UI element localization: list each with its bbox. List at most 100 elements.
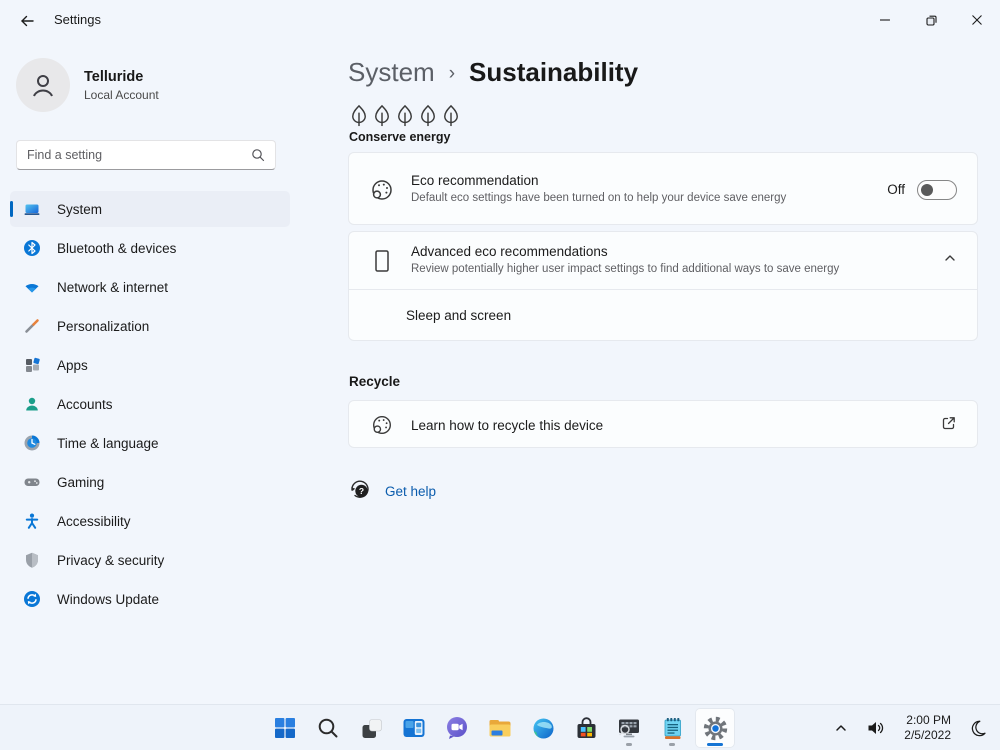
- start-button[interactable]: [265, 708, 305, 748]
- person-icon: [23, 395, 41, 413]
- search-icon: [251, 148, 265, 162]
- sidebar-item-label: Gaming: [57, 474, 105, 490]
- search-icon: [318, 718, 338, 738]
- selected-accent: [10, 201, 13, 217]
- taskbar-apps: [265, 705, 735, 751]
- sidebar-item-label: Personalization: [57, 318, 150, 334]
- external-link-icon: [941, 415, 957, 436]
- leaf-icon: [421, 104, 435, 127]
- device-outline-icon: [369, 248, 395, 274]
- sidebar-item-label: Privacy & security: [57, 552, 165, 568]
- apps-grid-icon: [23, 356, 41, 374]
- conserve-energy-rating: [349, 104, 461, 127]
- window-controls: [862, 0, 1000, 40]
- sidebar-item-label: Apps: [57, 357, 88, 373]
- sleep-and-screen-row[interactable]: Sleep and screen: [349, 290, 977, 341]
- sidebar-item-system[interactable]: System: [10, 191, 290, 227]
- chat-button[interactable]: [437, 708, 477, 748]
- gamepad-icon: [23, 473, 41, 491]
- sleep-and-screen-label: Sleep and screen: [406, 308, 512, 323]
- close-button[interactable]: [954, 0, 1000, 40]
- sidebar-item-accessibility[interactable]: Accessibility: [10, 503, 290, 539]
- microsoft-store-button[interactable]: [566, 708, 606, 748]
- hidden-icons-button[interactable]: [827, 709, 855, 747]
- microsoft-store-icon: [577, 716, 595, 738]
- get-help-link[interactable]: Get help: [385, 484, 436, 499]
- minimize-icon: [880, 19, 890, 21]
- restore-button[interactable]: [908, 0, 954, 40]
- widgets-icon: [403, 719, 425, 737]
- sidebar-nav: System Bluetooth & devices Network & int…: [0, 191, 300, 620]
- chevron-up-icon[interactable]: [943, 251, 957, 270]
- taskbar: 2:00 PM 2/5/2022: [0, 704, 1000, 750]
- sidebar-item-network[interactable]: Network & internet: [10, 269, 290, 305]
- sidebar: Telluride Local Account Find a setting S…: [0, 40, 300, 704]
- advanced-eco-subtitle: Review potentially higher user impact se…: [411, 262, 840, 275]
- sidebar-item-windows-update[interactable]: Windows Update: [10, 581, 290, 617]
- avatar: [16, 58, 70, 112]
- task-view-button[interactable]: [351, 708, 391, 748]
- recycle-link-label: Learn how to recycle this device: [411, 417, 604, 433]
- search-input[interactable]: [17, 148, 251, 162]
- accessibility-icon: [23, 512, 41, 530]
- sidebar-item-apps[interactable]: Apps: [10, 347, 290, 383]
- taskbar-search-button[interactable]: [308, 708, 348, 748]
- update-icon: [23, 590, 41, 608]
- breadcrumb-separator: ›: [448, 63, 456, 84]
- laptop-icon: [23, 200, 41, 218]
- notepad-app-button[interactable]: [652, 708, 692, 748]
- eco-leaf-icon: [369, 177, 395, 203]
- sidebar-item-time-language[interactable]: Time & language: [10, 425, 290, 461]
- toggle-knob: [921, 183, 933, 196]
- volume-button[interactable]: [859, 709, 893, 747]
- advanced-eco-card: Advanced eco recommendations Review pote…: [348, 231, 978, 341]
- get-help-row[interactable]: ? Get help: [349, 478, 436, 505]
- recycle-section-header: Recycle: [349, 374, 401, 389]
- system-tray: 2:00 PM 2/5/2022: [827, 705, 994, 751]
- sidebar-item-bluetooth[interactable]: Bluetooth & devices: [10, 230, 290, 266]
- user-card[interactable]: Telluride Local Account: [16, 58, 159, 112]
- person-outline-icon: [33, 75, 53, 97]
- recycle-card[interactable]: Learn how to recycle this device: [348, 400, 978, 448]
- settings-window: Settings Telluride Local Account Find a …: [0, 0, 1000, 750]
- sidebar-item-gaming[interactable]: Gaming: [10, 464, 290, 500]
- sidebar-item-personalization[interactable]: Personalization: [10, 308, 290, 344]
- eco-recommendation-subtitle: Default eco settings have been turned on…: [411, 191, 787, 204]
- minimize-button[interactable]: [862, 0, 908, 40]
- main-content: System › Sustainability Conserve energy: [348, 40, 978, 704]
- back-button[interactable]: [10, 8, 44, 34]
- leaf-icon: [352, 104, 366, 127]
- search-box[interactable]: [16, 140, 276, 170]
- focus-assist-button[interactable]: [962, 709, 994, 747]
- speaker-icon: [868, 722, 884, 734]
- restore-icon: [925, 15, 937, 26]
- system-monitor-app-button[interactable]: [609, 708, 649, 748]
- conserve-energy-label: Conserve energy: [349, 130, 451, 144]
- edge-icon: [533, 718, 553, 738]
- clock-icon: [23, 434, 41, 452]
- chevron-up-icon: [836, 725, 847, 731]
- wifi-icon: [23, 278, 41, 296]
- windows-start-icon: [275, 718, 295, 738]
- widgets-button[interactable]: [394, 708, 434, 748]
- eco-leaf-icon: [369, 413, 395, 437]
- sidebar-item-accounts[interactable]: Accounts: [10, 386, 290, 422]
- moon-icon: [971, 720, 986, 737]
- settings-app-button[interactable]: [695, 708, 735, 748]
- leaf-icon: [375, 104, 389, 127]
- advanced-eco-header-row[interactable]: Advanced eco recommendations Review pote…: [349, 232, 977, 289]
- clock-tray[interactable]: 2:00 PM 2/5/2022: [897, 709, 958, 747]
- eco-recommendation-card: Eco recommendation Default eco settings …: [348, 152, 978, 225]
- page-title: Sustainability: [469, 57, 639, 87]
- file-explorer-button[interactable]: [480, 708, 520, 748]
- sidebar-item-label: Bluetooth & devices: [57, 240, 177, 256]
- brush-icon: [23, 317, 41, 335]
- breadcrumb-system[interactable]: System: [348, 57, 435, 88]
- chat-icon: [447, 717, 467, 739]
- file-explorer-icon: [489, 720, 511, 737]
- sidebar-item-label: Time & language: [57, 435, 159, 451]
- edge-browser-button[interactable]: [523, 708, 563, 748]
- eco-recommendation-toggle[interactable]: [917, 179, 957, 200]
- sidebar-item-privacy[interactable]: Privacy & security: [10, 542, 290, 578]
- titlebar: Settings: [0, 0, 1000, 40]
